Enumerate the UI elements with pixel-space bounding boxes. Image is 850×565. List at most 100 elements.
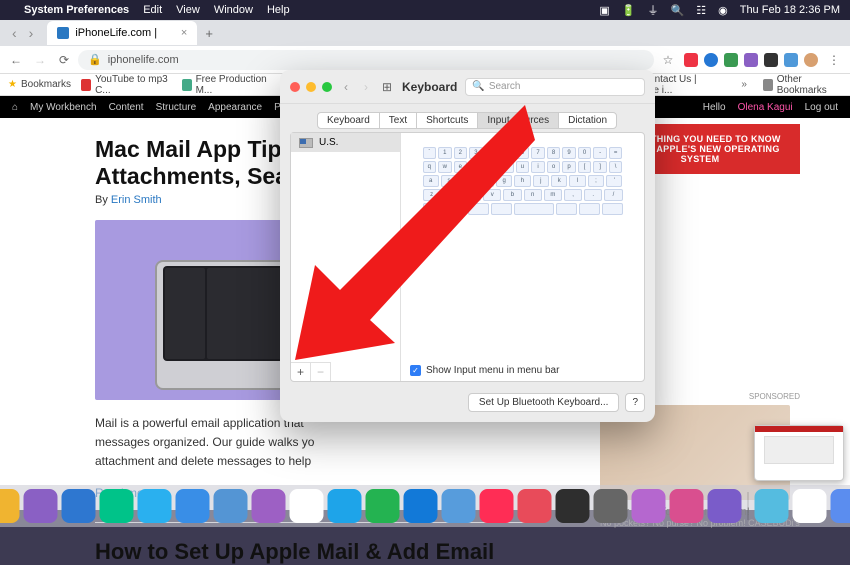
dock-app-icon[interactable] <box>632 489 666 523</box>
extension-icon[interactable] <box>784 53 798 67</box>
app-menu[interactable]: System Preferences <box>24 4 129 16</box>
dock-app-icon[interactable] <box>480 489 514 523</box>
extension-icon[interactable] <box>764 53 778 67</box>
zoom-window-button[interactable] <box>322 82 332 92</box>
menu-edit[interactable]: Edit <box>143 4 162 16</box>
sitebar-user[interactable]: Olena Kagui <box>738 102 793 113</box>
dock-app-icon[interactable] <box>442 489 476 523</box>
all-prefs-icon[interactable]: ⊞ <box>380 80 394 94</box>
dock-app-icon[interactable] <box>708 489 742 523</box>
screenshot-thumbnail[interactable] <box>754 425 844 481</box>
tray-icon[interactable]: ▣ <box>599 4 609 17</box>
add-input-source-button[interactable]: + <box>291 363 311 381</box>
sitebar-item[interactable]: My Workbench <box>30 102 97 113</box>
dock-app-icon[interactable] <box>290 489 324 523</box>
menu-window[interactable]: Window <box>214 4 253 16</box>
star-icon[interactable]: ☆ <box>658 53 678 67</box>
menu-view[interactable]: View <box>176 4 200 16</box>
history-fwd-icon[interactable]: › <box>23 25 40 41</box>
sitebar-item[interactable]: Content <box>109 102 144 113</box>
setup-bluetooth-button[interactable]: Set Up Bluetooth Keyboard... <box>468 393 620 412</box>
reload-icon[interactable]: ⟳ <box>54 53 74 67</box>
dock-app-icon[interactable] <box>138 489 172 523</box>
dock-app-icon[interactable] <box>793 489 827 523</box>
input-sources-list[interactable]: U.S. + − <box>291 133 401 381</box>
dock-app-icon[interactable] <box>100 489 134 523</box>
key: 3 <box>469 147 483 159</box>
traffic-lights <box>290 82 332 92</box>
dock-app-icon[interactable] <box>556 489 590 523</box>
bookmark-item[interactable]: Free Production M... <box>182 74 272 96</box>
remove-input-source-button[interactable]: − <box>311 363 331 381</box>
address-bar[interactable]: 🔒 iphonelife.com <box>78 50 654 70</box>
dock-app-icon[interactable] <box>670 489 704 523</box>
sitebar-item[interactable]: Appearance <box>208 102 262 113</box>
help-button[interactable]: ? <box>625 393 645 412</box>
extension-icon[interactable] <box>684 53 698 67</box>
back-button-icon[interactable]: ← <box>6 53 26 67</box>
dock-app-icon[interactable] <box>404 489 438 523</box>
battery-icon[interactable]: 🔋 <box>622 4 636 17</box>
dock <box>0 485 850 527</box>
dock-app-icon[interactable] <box>518 489 552 523</box>
prefs-toolbar: ‹ › ⊞ Keyboard 🔍 Search <box>280 70 655 104</box>
home-icon[interactable]: ⌂ <box>12 102 18 113</box>
menu-help[interactable]: Help <box>267 4 290 16</box>
browser-tab[interactable]: iPhoneLife.com | × <box>47 21 197 45</box>
extension-icon[interactable] <box>704 53 718 67</box>
bookmarks-overflow-icon[interactable]: » <box>736 79 753 90</box>
tab-input-sources[interactable]: Input Sources <box>477 112 559 129</box>
bookmarks-folder[interactable]: ★Bookmarks <box>8 79 71 90</box>
input-source-item[interactable]: U.S. <box>291 133 400 152</box>
key: ` <box>423 147 437 159</box>
minimize-window-button[interactable] <box>306 82 316 92</box>
wifi-icon[interactable]: ⏚ <box>648 2 659 18</box>
bookmark-item[interactable]: YouTube to mp3 C... <box>81 74 172 96</box>
back-icon[interactable]: ‹ <box>340 80 352 94</box>
dock-app-icon[interactable] <box>755 489 789 523</box>
dock-app-icon[interactable] <box>328 489 362 523</box>
tab-keyboard[interactable]: Keyboard <box>317 112 380 129</box>
input-source-name: U.S. <box>319 137 338 148</box>
close-window-button[interactable] <box>290 82 300 92</box>
dock-app-icon[interactable] <box>594 489 628 523</box>
search-icon: 🔍 <box>472 81 484 92</box>
chrome-tabstrip: ‹ › iPhoneLife.com | × + <box>0 20 850 46</box>
dock-app-icon[interactable] <box>176 489 210 523</box>
prefs-footer: Set Up Bluetooth Keyboard... ? <box>468 393 645 412</box>
control-center-icon[interactable]: ☷ <box>696 4 706 17</box>
siri-icon[interactable]: ◉ <box>718 4 728 17</box>
key <box>514 203 554 215</box>
logout-link[interactable]: Log out <box>805 102 838 113</box>
close-icon[interactable]: × <box>181 27 187 39</box>
new-tab-button[interactable]: + <box>197 26 221 41</box>
dock-app-icon[interactable] <box>366 489 400 523</box>
dock-app-icon[interactable] <box>252 489 286 523</box>
prefs-body: U.S. + − `1234567890-=qwertyuiop[]\asdfg… <box>290 132 645 382</box>
key: ] <box>593 161 607 173</box>
dock-app-icon[interactable] <box>62 489 96 523</box>
search-icon[interactable]: 🔍 <box>671 4 685 17</box>
tab-text[interactable]: Text <box>379 112 417 129</box>
extension-icon[interactable] <box>724 53 738 67</box>
prefs-search-input[interactable]: 🔍 Search <box>465 78 645 96</box>
extension-icon[interactable] <box>744 53 758 67</box>
other-bookmarks-folder[interactable]: Other Bookmarks <box>763 74 842 96</box>
dock-app-icon[interactable] <box>0 489 20 523</box>
key: o <box>547 161 561 173</box>
dock-app-icon[interactable] <box>214 489 248 523</box>
overflow-icon[interactable]: ⋮ <box>824 53 844 67</box>
dock-app-icon[interactable] <box>831 489 850 523</box>
key: 8 <box>547 147 561 159</box>
history-back-icon[interactable]: ‹ <box>6 25 23 41</box>
menubar-clock[interactable]: Thu Feb 18 2:36 PM <box>740 4 840 16</box>
avatar-icon[interactable] <box>804 53 818 67</box>
tab-dictation[interactable]: Dictation <box>558 112 617 129</box>
sitebar-item[interactable]: Structure <box>156 102 197 113</box>
tab-shortcuts[interactable]: Shortcuts <box>416 112 478 129</box>
show-input-menu-checkbox[interactable]: ✓ Show Input menu in menu bar <box>410 365 559 376</box>
dock-app-icon[interactable] <box>24 489 58 523</box>
lock-icon: 🔒 <box>88 53 102 66</box>
author-link[interactable]: Erin Smith <box>111 194 162 206</box>
key: c <box>463 189 481 201</box>
